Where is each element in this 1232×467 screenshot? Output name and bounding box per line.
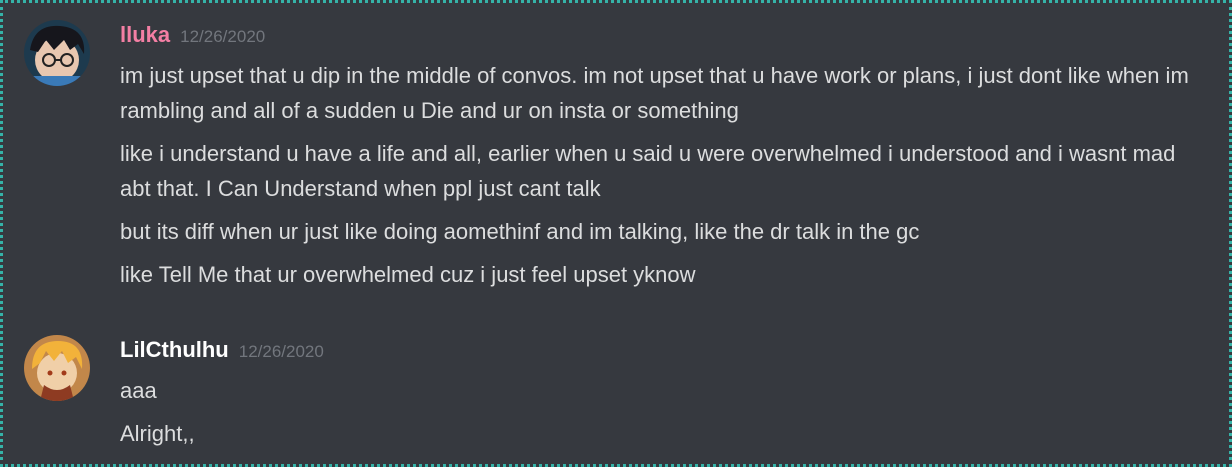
username[interactable]: LilCthulhu bbox=[120, 337, 229, 362]
timestamp: 12/26/2020 bbox=[238, 342, 324, 361]
avatar[interactable] bbox=[24, 20, 90, 86]
user-avatar-icon bbox=[24, 335, 90, 401]
username[interactable]: lluka bbox=[120, 22, 170, 47]
message-text: but its diff when ur just like doing aom… bbox=[120, 219, 920, 244]
message-body: im just upset that u dip in the middle o… bbox=[120, 58, 1210, 300]
message-text: like i understand u have a life and all,… bbox=[120, 141, 1176, 201]
message-text: Alright,, bbox=[120, 421, 195, 446]
message-text: im just upset that u dip in the middle o… bbox=[120, 63, 1189, 123]
message-text: aaa bbox=[120, 378, 157, 403]
message-header: LilCthulhu 12/26/2020 bbox=[120, 337, 324, 363]
user-avatar-icon bbox=[24, 20, 90, 86]
chat-window: lluka 12/26/2020 im just upset that u dip… bbox=[0, 0, 1232, 467]
message-header: lluka 12/26/2020 bbox=[120, 22, 265, 48]
message-body: aaa Alright,, bbox=[120, 373, 1210, 459]
avatar[interactable] bbox=[24, 335, 90, 401]
message-text: like Tell Me that ur overwhelmed cuz i j… bbox=[120, 262, 696, 287]
timestamp: 12/26/2020 bbox=[180, 27, 266, 46]
